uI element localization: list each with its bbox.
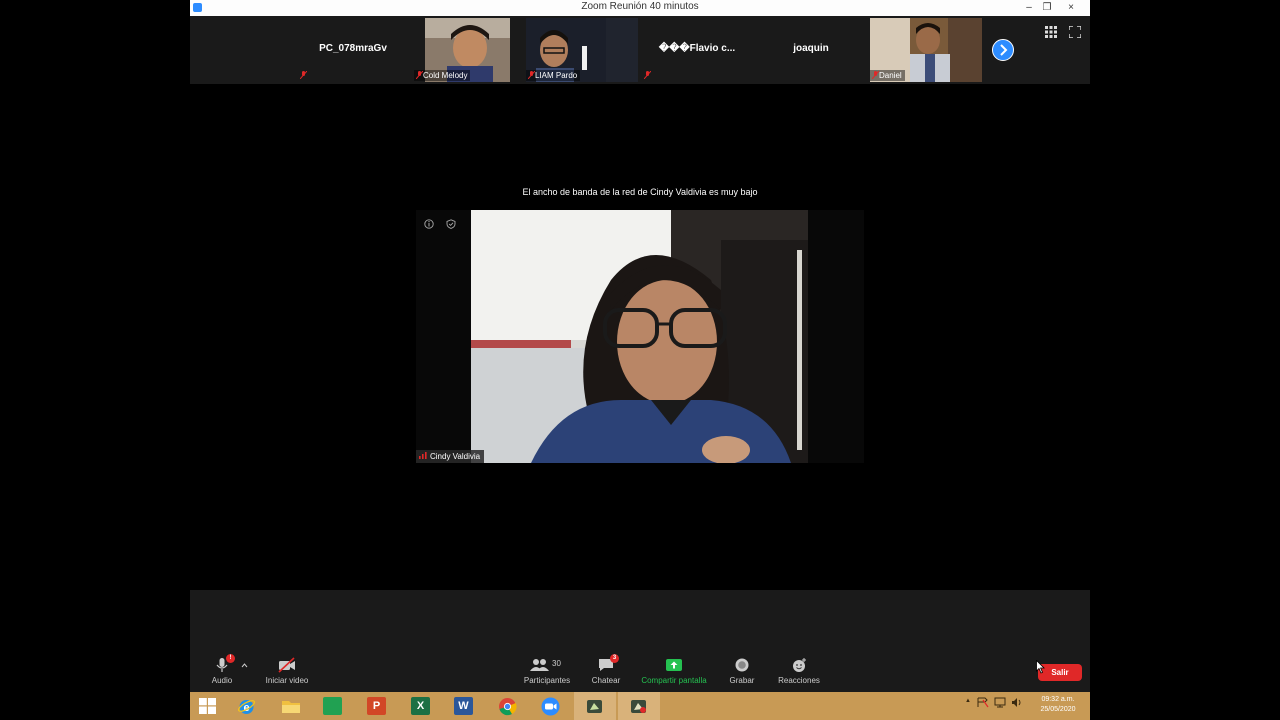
participant-tile[interactable]: Cold Melody bbox=[412, 18, 510, 82]
participant-tile[interactable]: Daniel bbox=[868, 18, 982, 82]
next-page-button[interactable] bbox=[992, 39, 1014, 61]
start-video-button[interactable]: Iniciar video bbox=[262, 657, 312, 685]
participant-tile[interactable]: PC_078mraGv bbox=[296, 18, 410, 82]
windows-taskbar: e P X W bbox=[190, 692, 1090, 720]
taskbar-word[interactable]: W bbox=[443, 692, 485, 720]
internet-explorer-icon: e bbox=[237, 700, 256, 714]
chevron-right-icon bbox=[1000, 44, 1008, 56]
chrome-icon bbox=[499, 698, 517, 716]
record-icon bbox=[735, 658, 749, 672]
file-explorer-icon bbox=[282, 701, 300, 713]
start-video-label: Iniciar video bbox=[265, 676, 309, 685]
speaker-video bbox=[471, 210, 808, 463]
taskbar-chrome[interactable] bbox=[487, 692, 529, 720]
participant-tile[interactable]: LIAM Pardo bbox=[524, 18, 638, 82]
tray-expand-icon[interactable]: ▲ bbox=[965, 698, 971, 704]
close-button[interactable]: × bbox=[1062, 0, 1080, 15]
shield-icon[interactable] bbox=[446, 219, 456, 229]
mouse-cursor-icon bbox=[1036, 660, 1045, 674]
taskbar-app[interactable] bbox=[574, 692, 616, 720]
zoom-icon bbox=[541, 697, 560, 716]
participant-name: ���Flavio c... bbox=[658, 43, 736, 54]
signal-strength-icon bbox=[419, 452, 427, 459]
taskbar-internet-explorer[interactable]: e bbox=[226, 692, 268, 720]
muted-mic-icon bbox=[644, 71, 651, 79]
app-icon bbox=[587, 700, 602, 713]
chat-button[interactable]: 3 Chatear bbox=[588, 654, 624, 685]
fullscreen-icon[interactable] bbox=[1069, 26, 1081, 38]
chevron-up-icon[interactable] bbox=[241, 663, 248, 668]
share-screen-icon bbox=[666, 659, 682, 671]
app-active-icon bbox=[631, 700, 646, 713]
flag-icon[interactable] bbox=[977, 697, 989, 708]
clock-date: 25/05/2020 bbox=[1040, 706, 1076, 713]
reactions-icon bbox=[793, 658, 806, 672]
record-button[interactable]: Grabar bbox=[724, 657, 760, 685]
taskbar-clock[interactable]: 09:32 a.m. 25/05/2020 bbox=[1032, 695, 1084, 715]
speaker-name: Cindy Valdivia bbox=[430, 452, 481, 461]
reactions-label: Reacciones bbox=[778, 676, 820, 685]
participants-label: Participantes bbox=[523, 676, 571, 685]
powerpoint-icon: P bbox=[367, 697, 386, 715]
clock-time: 09:32 a.m. bbox=[1041, 696, 1075, 703]
windows-start-icon bbox=[199, 698, 216, 714]
reactions-button[interactable]: Reacciones bbox=[774, 657, 824, 685]
muted-mic-icon bbox=[872, 71, 879, 79]
participant-count: 30 bbox=[552, 659, 561, 668]
window-title: Zoom Reunión 40 minutos bbox=[581, 1, 699, 12]
participant-name: PC_078mraGv bbox=[319, 43, 387, 54]
taskbar-app-active[interactable] bbox=[618, 692, 660, 720]
window-title-bar: Zoom Reunión 40 minutos – ❐ × bbox=[190, 0, 1090, 17]
muted-mic-icon bbox=[300, 71, 307, 79]
speaker-name-label: Cindy Valdivia bbox=[416, 450, 485, 463]
restore-button[interactable]: ❐ bbox=[1038, 0, 1056, 15]
excel-icon: X bbox=[411, 697, 430, 715]
record-label: Grabar bbox=[729, 676, 755, 685]
info-icon[interactable] bbox=[424, 219, 434, 229]
share-screen-label: Compartir pantalla bbox=[641, 676, 707, 685]
taskbar-project[interactable] bbox=[312, 692, 354, 720]
minimize-button[interactable]: – bbox=[1020, 0, 1038, 15]
volume-icon[interactable] bbox=[1011, 697, 1023, 708]
video-off-icon bbox=[278, 657, 295, 673]
taskbar-zoom[interactable] bbox=[530, 692, 572, 720]
network-icon[interactable] bbox=[994, 697, 1006, 708]
muted-mic-icon bbox=[528, 71, 535, 79]
gallery-view-icon[interactable] bbox=[1045, 26, 1057, 38]
participant-tile[interactable]: ���Flavio c... bbox=[640, 18, 754, 82]
taskbar-powerpoint[interactable]: P bbox=[356, 692, 398, 720]
taskbar-excel[interactable]: X bbox=[400, 692, 442, 720]
participants-button[interactable]: 30 Participantes bbox=[520, 657, 574, 685]
taskbar-file-explorer[interactable] bbox=[270, 692, 312, 720]
share-screen-button[interactable]: Compartir pantalla bbox=[638, 657, 710, 685]
audio-button[interactable]: ! Audio bbox=[204, 654, 240, 685]
start-button[interactable] bbox=[190, 692, 226, 720]
audio-label: Audio bbox=[211, 676, 233, 685]
participant-name: joaquin bbox=[793, 43, 829, 54]
chat-unread-badge: 3 bbox=[610, 654, 619, 663]
audio-warning-badge: ! bbox=[226, 654, 235, 663]
project-icon bbox=[323, 697, 342, 715]
bandwidth-notice: El ancho de banda de la red de Cindy Val… bbox=[522, 187, 758, 197]
muted-mic-icon bbox=[416, 71, 423, 79]
participant-tile[interactable]: joaquin bbox=[756, 18, 866, 82]
word-icon: W bbox=[454, 697, 473, 715]
chat-label: Chatear bbox=[591, 676, 621, 685]
